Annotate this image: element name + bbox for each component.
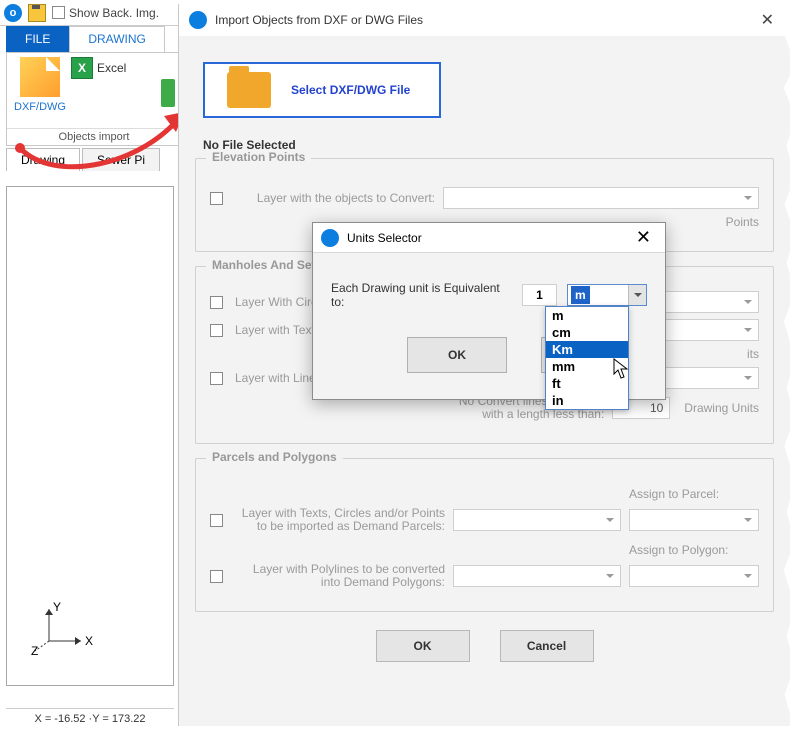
checkbox-icon[interactable] (210, 514, 223, 527)
units-ok-button[interactable]: OK (407, 337, 507, 373)
dialog-icon (321, 229, 339, 247)
dxf-label: DXF/DWG (14, 101, 66, 113)
tab-drawing[interactable]: DRAWING (69, 26, 165, 52)
excel-button[interactable]: X Excel (71, 57, 126, 79)
doc-tab-drawing[interactable]: Drawing (6, 148, 80, 171)
unit-option-m[interactable]: m (546, 307, 628, 324)
units-combo-value: m (571, 286, 590, 304)
par-texts-combo[interactable] (453, 509, 621, 531)
checkbox-icon[interactable] (210, 570, 223, 583)
units-value-input[interactable]: 1 (522, 284, 557, 306)
units-equivalent-label: Each Drawing unit is Equivalent to: (331, 281, 512, 309)
folder-icon (227, 72, 271, 108)
elev-layer-label: Layer with the objects to Convert: (235, 191, 435, 205)
checkbox-icon[interactable] (210, 372, 223, 385)
partial-green-icon (161, 79, 175, 107)
group-title-parcels: Parcels and Polygons (206, 450, 343, 464)
show-back-img-toggle[interactable]: Show Back. Img. (52, 6, 159, 20)
units-title: Units Selector (347, 231, 422, 245)
assign-polygon-combo[interactable] (629, 565, 759, 587)
dxf-dwg-button[interactable]: DXF/DWG (13, 57, 67, 113)
units-titlebar: Units Selector ✕ (313, 223, 665, 253)
assign-parcel-combo[interactable] (629, 509, 759, 531)
ribbon-group-label: Objects import (7, 128, 181, 145)
par-poly-combo[interactable] (453, 565, 621, 587)
svg-text:X: X (85, 634, 93, 648)
checkbox-icon[interactable] (210, 192, 223, 205)
elev-points-suffix: Points (726, 215, 759, 229)
import-title: Import Objects from DXF or DWG Files (215, 13, 423, 27)
dxf-file-icon (20, 57, 60, 97)
import-ok-button[interactable]: OK (376, 630, 470, 662)
man-its-suffix: its (747, 347, 759, 361)
unit-option-km[interactable]: Km (546, 341, 628, 358)
import-titlebar: Import Objects from DXF or DWG Files ✕ (179, 4, 790, 36)
excel-label: Excel (97, 61, 126, 75)
select-file-label: Select DXF/DWG File (291, 83, 410, 97)
drawing-units-label: Drawing Units (684, 401, 759, 415)
mouse-cursor-icon (613, 358, 629, 380)
elev-layer-combo[interactable] (443, 187, 759, 209)
excel-icon: X (71, 57, 93, 79)
dialog-icon (189, 11, 207, 29)
units-combo[interactable]: m (567, 284, 647, 306)
ribbon-panel-objects-import: DXF/DWG X Excel Objects import (6, 52, 182, 146)
show-back-label: Show Back. Img. (69, 6, 159, 20)
chevron-down-icon[interactable] (628, 285, 646, 305)
select-file-button[interactable]: Select DXF/DWG File (203, 62, 441, 118)
checkbox-icon[interactable] (210, 324, 223, 337)
app-icon: o (4, 4, 22, 22)
drawing-viewport[interactable]: X Y Z (6, 186, 174, 686)
assign-polygon-label: Assign to Polygon: (629, 543, 759, 557)
group-title-elevation: Elevation Points (206, 150, 311, 164)
checkbox-icon (52, 6, 65, 19)
save-icon[interactable] (28, 4, 46, 22)
import-cancel-button[interactable]: Cancel (500, 630, 594, 662)
units-close-button[interactable]: ✕ (630, 227, 657, 248)
checkbox-icon[interactable] (210, 296, 223, 309)
doc-tab-sewer[interactable]: Sewer Pi (82, 148, 160, 171)
svg-text:Z: Z (31, 644, 38, 655)
coordinates-status: X = -16.52 ·Y = 173.22 (6, 708, 174, 725)
par-poly-label: Layer with Polylines to be converted int… (235, 563, 445, 589)
svg-text:Y: Y (53, 601, 61, 614)
assign-parcel-label: Assign to Parcel: (629, 487, 759, 501)
unit-option-in[interactable]: in (546, 392, 628, 409)
import-close-button[interactable]: ✕ (755, 10, 780, 30)
axes-gizmo-icon: X Y Z (31, 601, 95, 655)
tab-file[interactable]: FILE (6, 26, 69, 52)
group-parcels-polygons: Parcels and Polygons Assign to Parcel: L… (195, 458, 774, 612)
par-texts-label: Layer with Texts, Circles and/or Points … (235, 507, 445, 533)
unit-option-cm[interactable]: cm (546, 324, 628, 341)
